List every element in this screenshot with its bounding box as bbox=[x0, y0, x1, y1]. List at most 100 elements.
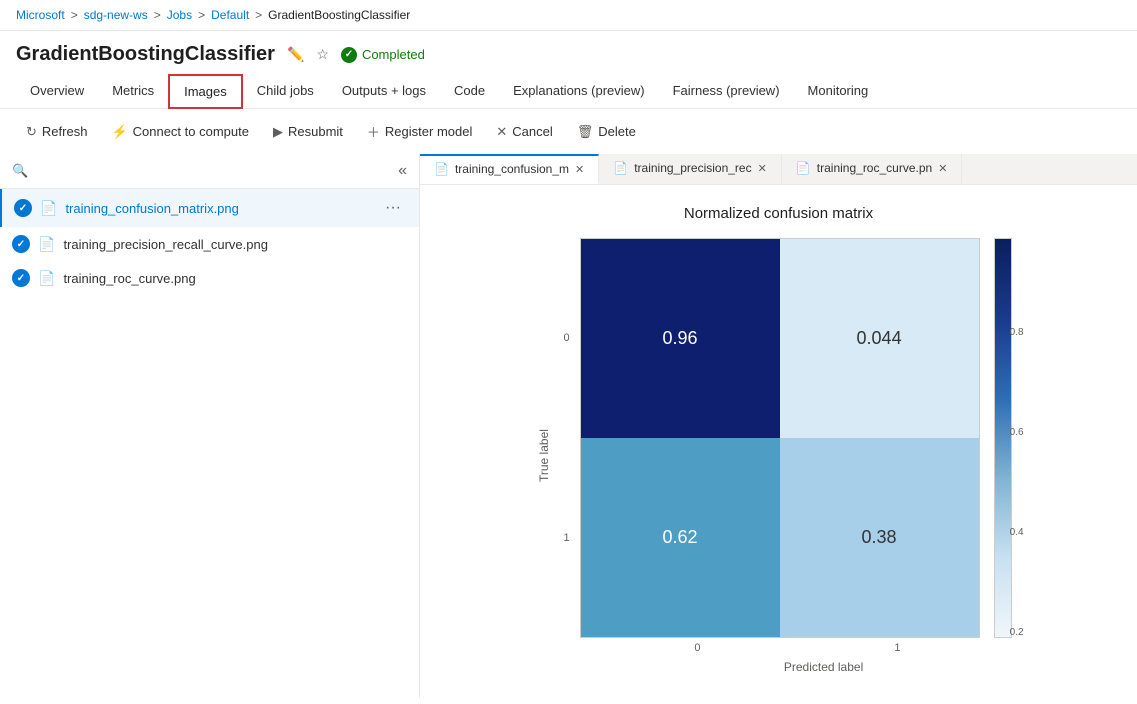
y-ticks: 0 1 bbox=[563, 238, 575, 638]
breadcrumb-current: GradientBoostingClassifier bbox=[268, 8, 410, 22]
delete-icon: 🗑 bbox=[577, 124, 594, 140]
file-icon-roc: 📄 bbox=[38, 270, 55, 287]
tab-file-icon-roc: 📄 bbox=[796, 161, 811, 175]
cancel-label: Cancel bbox=[512, 124, 552, 139]
header-icons: ✏️ ☆ bbox=[285, 44, 331, 65]
image-tab-close-precision[interactable]: ✕ bbox=[758, 162, 767, 175]
image-tab-label-roc: training_roc_curve.pn bbox=[817, 161, 932, 175]
breadcrumb-microsoft[interactable]: Microsoft bbox=[16, 8, 65, 22]
file-item-confusion[interactable]: 📄 training_confusion_matrix.png ··· bbox=[0, 189, 419, 227]
file-name-roc[interactable]: training_roc_curve.png bbox=[63, 271, 407, 286]
page-title: GradientBoostingClassifier bbox=[16, 43, 275, 66]
delete-label: Delete bbox=[598, 124, 636, 139]
connect-compute-button[interactable]: ⚡ Connect to compute bbox=[101, 119, 259, 145]
chart-wrapper: True label 0 1 0.96 bbox=[533, 238, 1023, 674]
confusion-matrix: 0.96 0.044 0.62 0.38 bbox=[580, 238, 980, 638]
x-ticks: 0 1 bbox=[597, 642, 997, 654]
image-tab-precision[interactable]: 📄 training_precision_rec ✕ bbox=[599, 154, 782, 184]
delete-button[interactable]: 🗑 Delete bbox=[567, 119, 646, 145]
resubmit-label: Resubmit bbox=[288, 124, 343, 139]
cell-11: 0.38 bbox=[780, 438, 979, 637]
image-tab-label-confusion: training_confusion_m bbox=[455, 162, 569, 176]
edit-icon[interactable]: ✏️ bbox=[285, 44, 306, 65]
breadcrumb: Microsoft > sdg-new-ws > Jobs > Default … bbox=[0, 0, 1137, 31]
status-dot bbox=[341, 47, 357, 63]
tab-file-icon-confusion: 📄 bbox=[434, 162, 449, 176]
colorbar: 0.8 0.6 0.4 0.2 bbox=[994, 238, 1024, 638]
right-panel: 📄 training_confusion_m ✕ 📄 training_prec… bbox=[420, 154, 1137, 698]
connect-icon: ⚡ bbox=[111, 124, 127, 140]
cancel-icon: ✕ bbox=[496, 124, 507, 140]
y-tick-1: 1 bbox=[563, 532, 569, 544]
file-more-button-confusion[interactable]: ··· bbox=[379, 197, 407, 219]
chart-body: 0 1 0.96 0.044 bbox=[563, 238, 1023, 674]
tab-images[interactable]: Images bbox=[168, 74, 243, 109]
colorbar-tick-06: 0.6 bbox=[988, 427, 1024, 438]
file-item-roc[interactable]: 📄 training_roc_curve.png bbox=[0, 261, 419, 295]
colorbar-tick-02: 0.2 bbox=[988, 627, 1024, 638]
refresh-icon: ↻ bbox=[26, 124, 37, 140]
register-model-label: Register model bbox=[385, 124, 472, 139]
toolbar: ↻ Refresh ⚡ Connect to compute ▶ Resubmi… bbox=[0, 109, 1137, 154]
image-tab-close-roc[interactable]: ✕ bbox=[938, 162, 947, 175]
file-icon-precision: 📄 bbox=[38, 236, 55, 253]
image-tab-roc[interactable]: 📄 training_roc_curve.pn ✕ bbox=[782, 154, 963, 184]
collapse-panel-button[interactable]: « bbox=[398, 162, 407, 180]
chart-area: Normalized confusion matrix True label 0… bbox=[420, 185, 1137, 698]
image-tab-close-confusion[interactable]: ✕ bbox=[575, 163, 584, 176]
cell-00: 0.96 bbox=[581, 239, 780, 438]
file-name-confusion[interactable]: training_confusion_matrix.png bbox=[65, 201, 371, 216]
colorbar-tick-04: 0.4 bbox=[988, 527, 1024, 538]
status-text: Completed bbox=[362, 47, 425, 62]
x-ticks-row: 0 1 bbox=[563, 642, 1023, 654]
tab-explanations[interactable]: Explanations (preview) bbox=[499, 75, 659, 108]
cancel-button[interactable]: ✕ Cancel bbox=[486, 119, 562, 145]
main-content: 🔍 « 📄 training_confusion_matrix.png ··· … bbox=[0, 154, 1137, 698]
connect-label: Connect to compute bbox=[133, 124, 249, 139]
cell-01: 0.044 bbox=[780, 239, 979, 438]
colorbar-ticks: 0.8 0.6 0.4 0.2 bbox=[988, 238, 1024, 638]
file-check-precision bbox=[12, 235, 30, 253]
breadcrumb-jobs[interactable]: Jobs bbox=[167, 8, 192, 22]
image-tab-label-precision: training_precision_rec bbox=[634, 161, 751, 175]
tab-file-icon-precision: 📄 bbox=[613, 161, 628, 175]
file-item-precision[interactable]: 📄 training_precision_recall_curve.png bbox=[0, 227, 419, 261]
x-axis-label: Predicted label bbox=[624, 660, 1024, 674]
tab-code[interactable]: Code bbox=[440, 75, 499, 108]
y-axis-label: True label bbox=[533, 238, 551, 674]
search-icon: 🔍 bbox=[12, 163, 28, 179]
tab-monitoring[interactable]: Monitoring bbox=[794, 75, 883, 108]
page-header: GradientBoostingClassifier ✏️ ☆ Complete… bbox=[0, 31, 1137, 66]
resubmit-icon: ▶ bbox=[273, 124, 283, 140]
cell-10: 0.62 bbox=[581, 438, 780, 637]
chart-container: Normalized confusion matrix True label 0… bbox=[533, 205, 1023, 674]
colorbar-tick-08: 0.8 bbox=[988, 327, 1024, 338]
tab-outputs-logs[interactable]: Outputs + logs bbox=[328, 75, 440, 108]
tab-overview[interactable]: Overview bbox=[16, 75, 98, 108]
image-tabs: 📄 training_confusion_m ✕ 📄 training_prec… bbox=[420, 154, 1137, 185]
tabs-nav: Overview Metrics Images Child jobs Outpu… bbox=[0, 66, 1137, 109]
left-panel: 🔍 « 📄 training_confusion_matrix.png ··· … bbox=[0, 154, 420, 698]
search-bar: 🔍 « bbox=[0, 154, 419, 189]
file-name-precision[interactable]: training_precision_recall_curve.png bbox=[63, 237, 407, 252]
breadcrumb-workspace[interactable]: sdg-new-ws bbox=[84, 8, 148, 22]
register-model-button[interactable]: ＋ Register model bbox=[357, 117, 482, 146]
file-list: 📄 training_confusion_matrix.png ··· 📄 tr… bbox=[0, 189, 419, 295]
star-icon[interactable]: ☆ bbox=[314, 44, 331, 65]
file-check-confusion bbox=[14, 199, 32, 217]
search-input[interactable] bbox=[36, 164, 390, 179]
file-check-roc bbox=[12, 269, 30, 287]
breadcrumb-default[interactable]: Default bbox=[211, 8, 249, 22]
x-tick-0: 0 bbox=[694, 642, 700, 654]
add-icon: ＋ bbox=[367, 122, 380, 141]
tab-child-jobs[interactable]: Child jobs bbox=[243, 75, 328, 108]
y-tick-0: 0 bbox=[563, 332, 569, 344]
refresh-label: Refresh bbox=[42, 124, 88, 139]
refresh-button[interactable]: ↻ Refresh bbox=[16, 119, 97, 145]
x-tick-1: 1 bbox=[894, 642, 900, 654]
resubmit-button[interactable]: ▶ Resubmit bbox=[263, 119, 353, 145]
tab-metrics[interactable]: Metrics bbox=[98, 75, 168, 108]
file-icon-confusion: 📄 bbox=[40, 200, 57, 217]
tab-fairness[interactable]: Fairness (preview) bbox=[659, 75, 794, 108]
image-tab-confusion[interactable]: 📄 training_confusion_m ✕ bbox=[420, 154, 599, 184]
